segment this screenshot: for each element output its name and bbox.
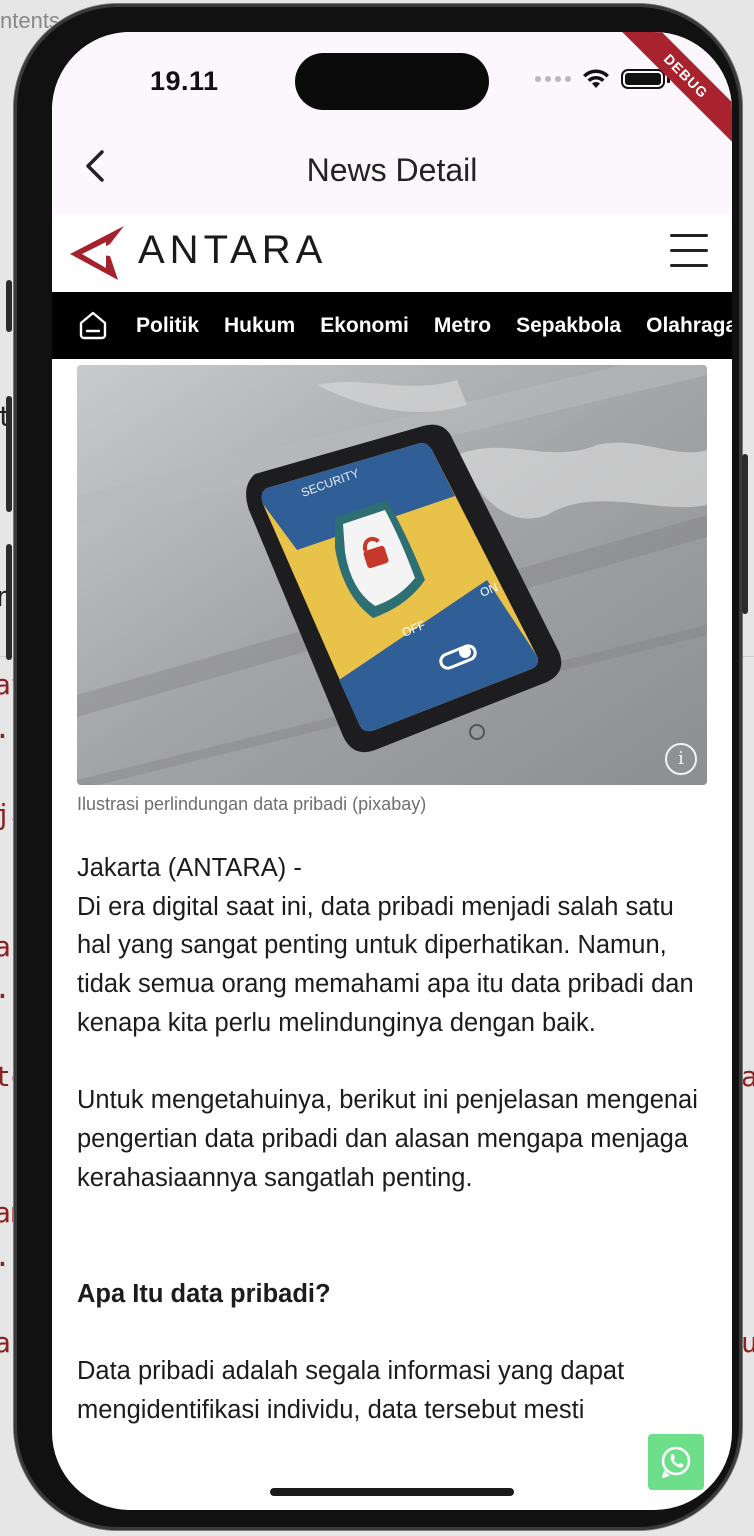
phone-screen: 19.11 DEBUG News Detail ANTARA Politik H… — [52, 32, 732, 1510]
nav-items: Politik Hukum Ekonomi Metro Sepakbola Ol… — [136, 292, 732, 359]
article-body: Jakarta (ANTARA) - Di era digital saat i… — [77, 849, 707, 1429]
battery-icon — [621, 69, 665, 89]
app-top-bar: 19.11 DEBUG News Detail — [52, 32, 732, 214]
article-image[interactable]: SECURITY OFF ON i — [77, 365, 707, 785]
whatsapp-icon — [661, 1446, 691, 1478]
nav-item-metro[interactable]: Metro — [434, 314, 491, 338]
cellular-signal-icon — [535, 76, 571, 82]
site-header: ANTARA — [52, 214, 732, 292]
info-icon[interactable]: i — [665, 743, 697, 775]
status-time: 19.11 — [150, 66, 219, 96]
debug-banner: DEBUG — [612, 32, 732, 150]
wifi-icon — [583, 69, 609, 88]
phone-side-button — [6, 280, 12, 332]
status-icons — [535, 68, 670, 90]
menu-hamburger-icon[interactable] — [670, 234, 708, 268]
article-dateline: Jakarta (ANTARA) - — [77, 854, 302, 882]
smartphone-security-illustration: SECURITY OFF ON — [77, 365, 707, 785]
whatsapp-share-button[interactable] — [648, 1434, 704, 1490]
dynamic-island — [295, 53, 489, 110]
phone-volume-down — [6, 544, 12, 660]
antara-logo-icon[interactable] — [66, 222, 128, 284]
nav-item-olahraga[interactable]: Olahraga — [646, 314, 732, 338]
nav-item-sepakbola[interactable]: Sepakbola — [516, 314, 621, 338]
article-paragraph: Untuk mengetahuinya, berikut ini penjela… — [77, 1086, 698, 1192]
article-paragraph: Di era digital saat ini, data pribadi me… — [77, 892, 694, 1037]
article-paragraph: Data pribadi adalah segala informasi yan… — [77, 1357, 625, 1424]
page-title: News Detail — [306, 152, 478, 188]
site-logo-text[interactable]: ANTARA — [138, 228, 327, 273]
article-subheading: Apa Itu data pribadi? — [77, 1279, 331, 1308]
phone-volume-up — [6, 396, 12, 512]
nav-item-politik[interactable]: Politik — [136, 314, 199, 338]
nav-item-hukum[interactable]: Hukum — [224, 314, 295, 338]
nav-item-ekonomi[interactable]: Ekonomi — [320, 314, 409, 338]
article-content: SECURITY OFF ON i Ilustrasi perlindungan… — [77, 365, 707, 1429]
category-nav: Politik Hukum Ekonomi Metro Sepakbola Ol… — [52, 292, 732, 359]
home-icon[interactable] — [78, 310, 108, 340]
image-caption: Ilustrasi perlindungan data pribadi (pix… — [77, 794, 427, 814]
phone-frame: 19.11 DEBUG News Detail ANTARA Politik H… — [6, 4, 748, 1530]
home-indicator[interactable] — [270, 1488, 514, 1496]
phone-power-button — [742, 454, 748, 614]
